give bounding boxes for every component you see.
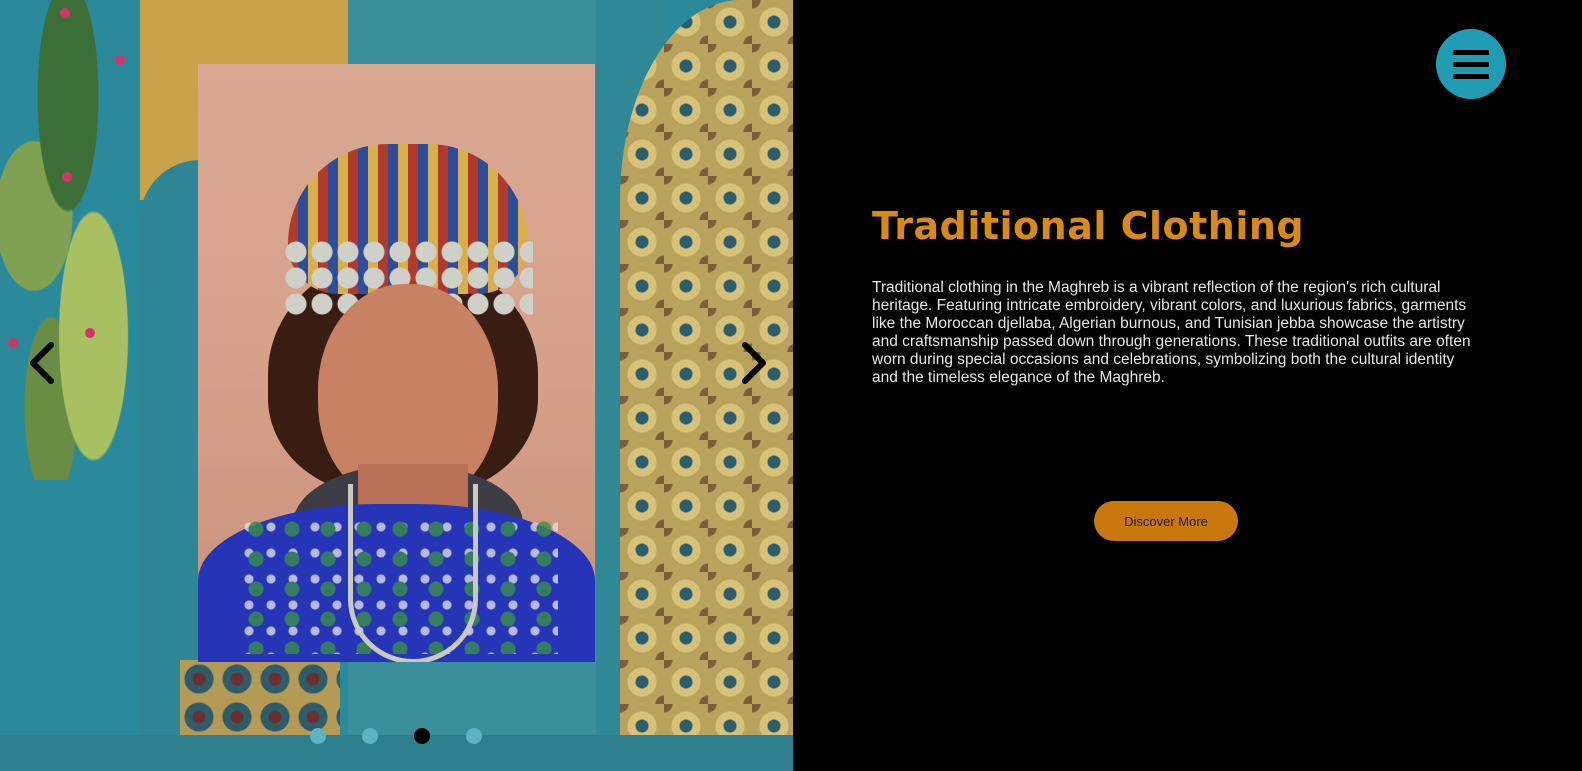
background-flower [62, 172, 72, 182]
menu-button[interactable] [1436, 29, 1506, 99]
image-slider [0, 0, 793, 771]
background-flower [8, 338, 18, 348]
previous-slide-button[interactable] [22, 340, 62, 386]
hamburger-icon [1453, 61, 1489, 67]
slide-photo [198, 64, 595, 662]
hamburger-icon [1453, 49, 1489, 55]
background-tiles [180, 660, 340, 735]
slide-dot-1[interactable] [310, 728, 326, 744]
hamburger-icon [1453, 73, 1489, 79]
slide-indicators [310, 728, 482, 744]
page-title: Traditional Clothing [872, 204, 1305, 248]
background-flower [60, 8, 70, 18]
chevron-right-icon [742, 342, 766, 384]
background-flower [115, 55, 125, 65]
chevron-left-icon [30, 342, 54, 384]
discover-more-button[interactable]: Discover More [1094, 501, 1238, 541]
slide-dot-3[interactable] [414, 728, 430, 744]
background-plant [0, 0, 170, 480]
description-text: Traditional clothing in the Maghreb is a… [872, 279, 1471, 386]
slide-dot-2[interactable] [362, 728, 378, 744]
background-flower [85, 328, 95, 338]
slide-dot-4[interactable] [466, 728, 482, 744]
next-slide-button[interactable] [734, 340, 774, 386]
